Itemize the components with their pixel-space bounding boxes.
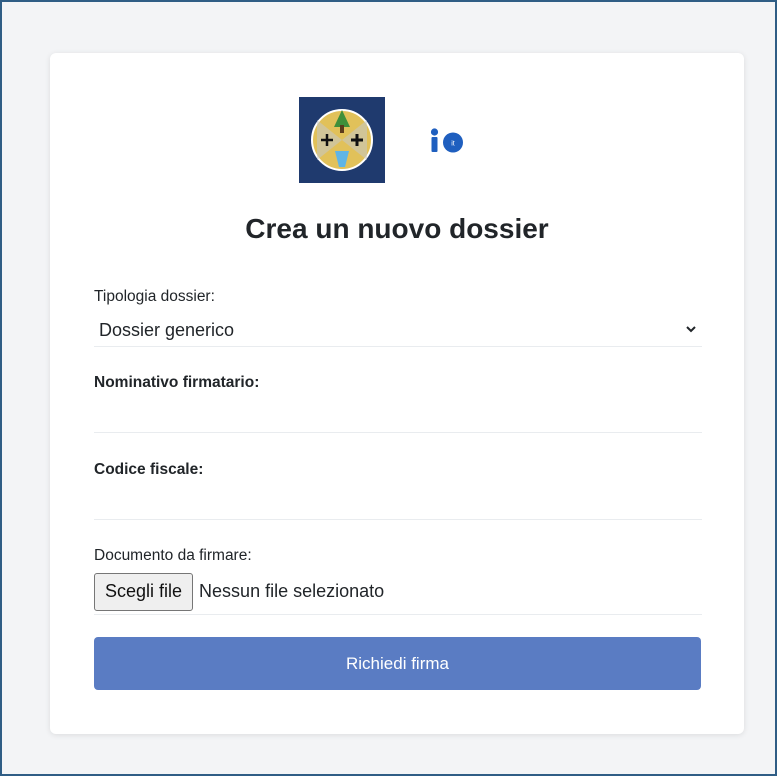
tipologia-label: Tipologia dossier:: [94, 288, 215, 305]
tipologia-select[interactable]: Dossier generico: [94, 315, 702, 347]
documento-label: Documento da firmare:: [94, 547, 252, 564]
codice-fiscale-label: Codice fiscale:: [94, 461, 204, 478]
region-emblem-logo: [299, 97, 385, 183]
file-picker: Scegli file Nessun file selezionato: [94, 572, 702, 615]
header-logos: it: [50, 97, 744, 183]
nominativo-label: Nominativo firmatario:: [94, 374, 260, 391]
codice-fiscale-input[interactable]: [94, 492, 702, 520]
chevron-down-icon: [686, 326, 696, 333]
request-signature-button[interactable]: Richiedi firma: [94, 637, 701, 690]
page-title: Crea un nuovo dossier: [245, 213, 549, 244]
io-logo: it: [430, 128, 463, 153]
file-status: Nessun file selezionato: [199, 581, 385, 601]
svg-text:it: it: [451, 141, 455, 148]
tipologia-selected-value: Dossier generico: [99, 320, 235, 340]
nominativo-input[interactable]: [94, 405, 702, 433]
choose-file-button[interactable]: Scegli file: [94, 572, 194, 611]
create-dossier-card: it Crea un nuovo dossier Tipologia dossi…: [50, 53, 744, 734]
